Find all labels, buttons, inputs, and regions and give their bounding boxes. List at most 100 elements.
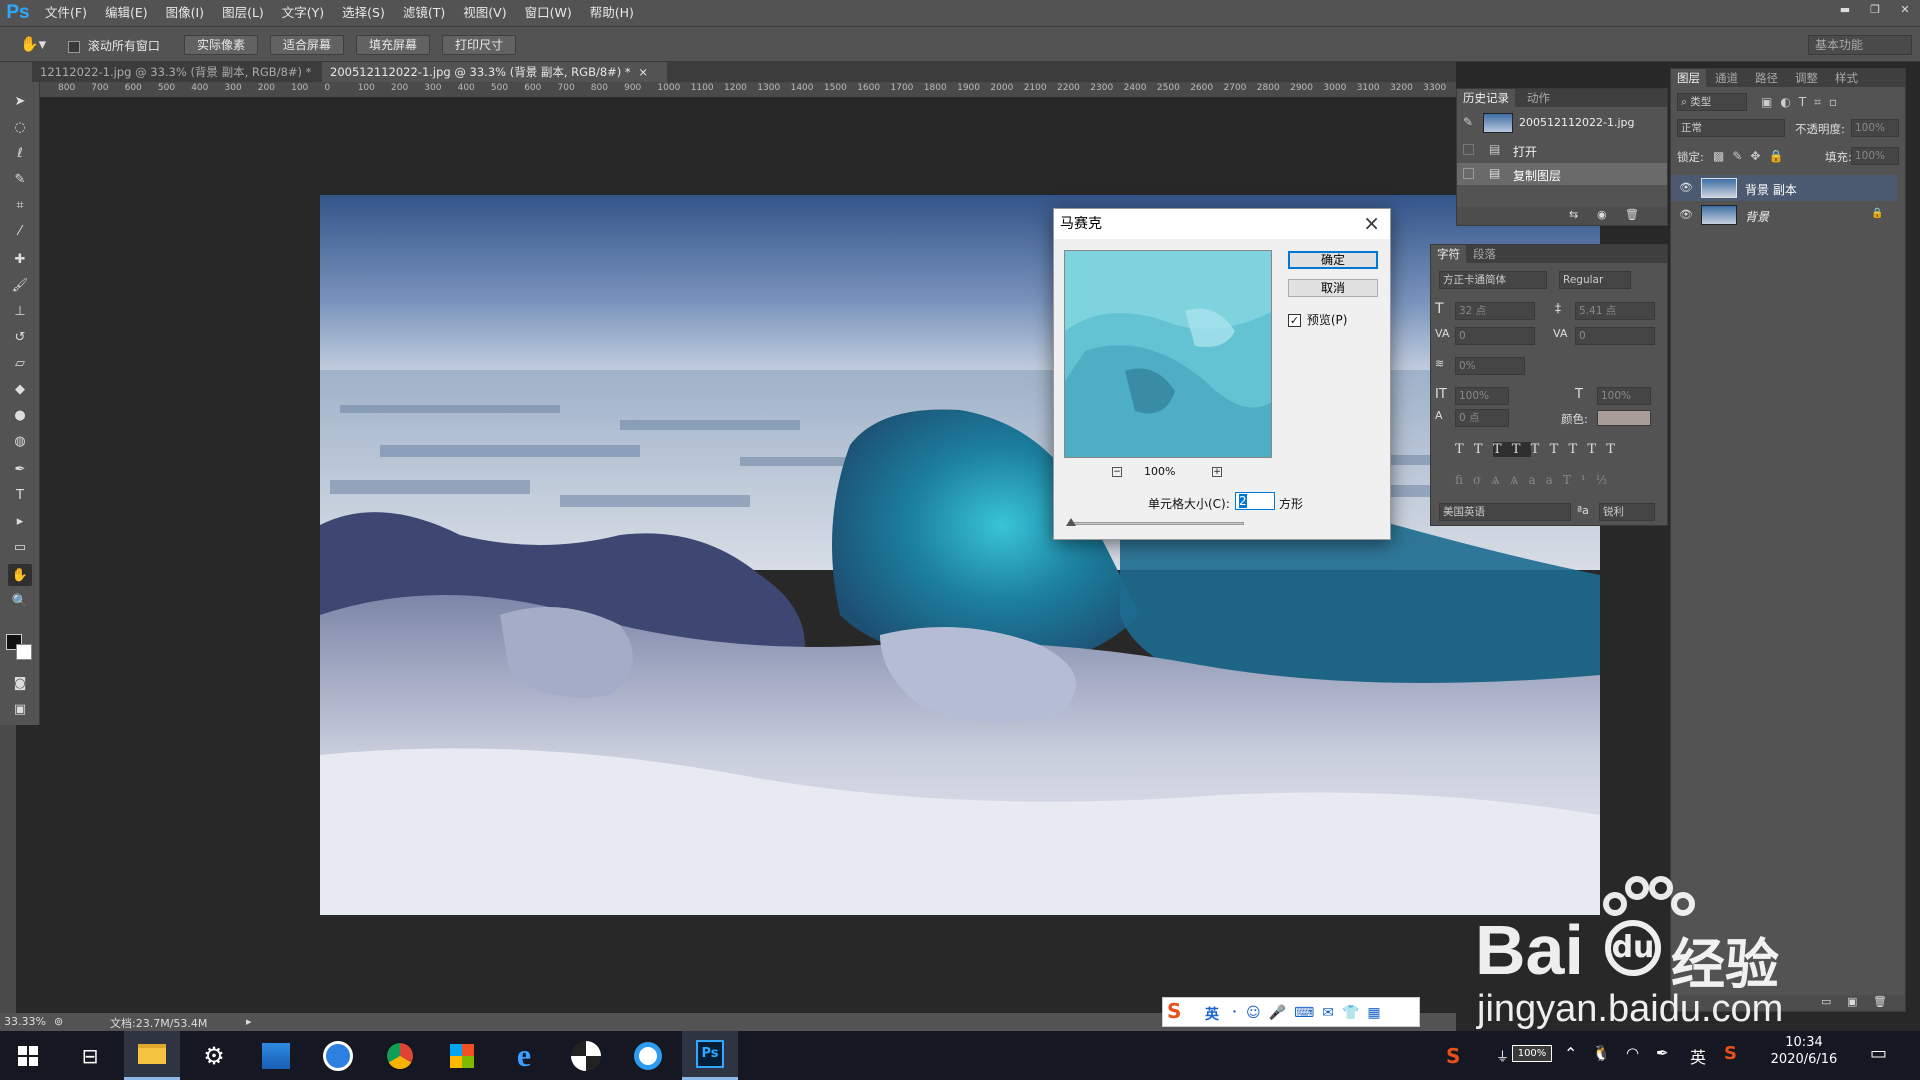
ok-button[interactable]: 确定: [1288, 251, 1378, 269]
dodge-tool-icon[interactable]: ◍: [8, 430, 32, 452]
qq-browser-icon[interactable]: [620, 1031, 676, 1080]
marquee-tool-icon[interactable]: ◌: [8, 116, 32, 138]
history-brush-tool-icon[interactable]: ↺: [8, 326, 32, 348]
leading-field[interactable]: 5.41 点: [1575, 302, 1655, 320]
print-size-button[interactable]: 打印尺寸: [442, 35, 517, 55]
layer-row-background-copy[interactable]: 👁 背景 副本: [1671, 175, 1897, 201]
menu-layer[interactable]: 图层(L): [213, 0, 273, 26]
quick-select-tool-icon[interactable]: ✎: [8, 168, 32, 190]
snapshot-camera-icon[interactable]: ◉: [1597, 208, 1607, 221]
healing-brush-tool-icon[interactable]: ✚: [8, 248, 32, 270]
qq-tray-icon[interactable]: 🐧: [1592, 1044, 1611, 1062]
opentype-buttons[interactable]: ﬁσѦѦaaT¹½: [1455, 473, 1617, 488]
lasso-tool-icon[interactable]: ℓ: [8, 142, 32, 164]
dialog-close-icon[interactable]: ×: [1363, 211, 1380, 235]
history-snapshot[interactable]: ✎ 200512112022-1.jpg: [1457, 111, 1667, 135]
eraser-tool-icon[interactable]: ▱: [8, 352, 32, 374]
ime-tool-icons[interactable]: ･☺🎤⌨✉👕▦: [1231, 1002, 1389, 1022]
move-tool-icon[interactable]: ➤: [8, 90, 32, 112]
zoom-level[interactable]: 33.33%: [4, 1015, 46, 1028]
vertical-scale-field[interactable]: 100%: [1455, 387, 1509, 405]
scroll-all-checkbox[interactable]: [68, 40, 80, 53]
opacity-field[interactable]: 100%: [1851, 119, 1899, 137]
task-view-icon[interactable]: ⊟: [62, 1031, 118, 1080]
tab-channels[interactable]: 通道: [1709, 69, 1744, 87]
type-tool-icon[interactable]: T: [8, 484, 32, 506]
proportional-spacing-field[interactable]: 0%: [1455, 357, 1525, 375]
blur-tool-icon[interactable]: ●: [8, 404, 32, 426]
visibility-eye-icon[interactable]: 👁: [1679, 208, 1693, 221]
layer-filter-icons[interactable]: ▣◐T⌗▫: [1761, 95, 1845, 110]
cancel-button[interactable]: 取消: [1288, 279, 1378, 297]
horizontal-scale-field[interactable]: 100%: [1597, 387, 1651, 405]
start-button[interactable]: [0, 1031, 56, 1080]
history-item-duplicate[interactable]: ▤ 复制图层: [1457, 163, 1667, 185]
file-explorer-icon[interactable]: [124, 1031, 180, 1080]
chevron-up-icon[interactable]: ⌃: [1564, 1044, 1577, 1063]
menu-help[interactable]: 帮助(H): [581, 0, 643, 26]
settings-gear-icon[interactable]: ⚙: [186, 1031, 242, 1080]
sogou-tray-icon[interactable]: S: [1446, 1044, 1460, 1068]
media-app-icon[interactable]: [558, 1031, 614, 1080]
tab-actions[interactable]: 动作: [1521, 89, 1556, 107]
fill-screen-button[interactable]: 填充屏幕: [356, 35, 431, 55]
tab-document-2[interactable]: 200512112022-1.jpg @ 33.3% (背景 副本, RGB/8…: [322, 62, 667, 82]
cell-size-slider-thumb[interactable]: [1065, 518, 1076, 526]
rectangle-tool-icon[interactable]: ▭: [8, 536, 32, 558]
tab-styles[interactable]: 样式: [1829, 69, 1864, 87]
scroll-all-windows-option[interactable]: 滚动所有窗口: [68, 37, 160, 54]
photoshop-taskbar-icon[interactable]: Ps: [682, 1031, 738, 1080]
tab-paths[interactable]: 路径: [1749, 69, 1784, 87]
font-size-field[interactable]: 32 点: [1455, 302, 1535, 320]
text-color-swatch[interactable]: [1597, 410, 1651, 426]
menu-edit[interactable]: 编辑(E): [96, 0, 157, 26]
background-color-swatch[interactable]: [16, 644, 32, 660]
font-style-select[interactable]: Regular: [1559, 271, 1631, 289]
tab-history[interactable]: 历史记录: [1457, 89, 1515, 107]
new-document-from-state-icon[interactable]: ⇆: [1569, 208, 1578, 221]
menu-image[interactable]: 图像(I): [157, 0, 213, 26]
menu-view[interactable]: 视图(V): [454, 0, 515, 26]
internet-explorer-icon[interactable]: e: [496, 1031, 552, 1080]
tab-layers[interactable]: 图层: [1671, 69, 1706, 87]
trash-icon[interactable]: 🗑: [1625, 208, 1639, 221]
chrome-icon[interactable]: [372, 1031, 428, 1080]
lock-icons[interactable]: ▩✎✥🔒: [1713, 149, 1791, 163]
path-selection-tool-icon[interactable]: ▸: [8, 510, 32, 532]
preview-option[interactable]: ✓ 预览(P): [1288, 311, 1347, 328]
clock-app-icon[interactable]: [310, 1031, 366, 1080]
history-checkbox[interactable]: [1463, 144, 1474, 155]
zoom-out-button[interactable]: −: [1112, 467, 1122, 477]
clock[interactable]: 10:34 2020/6/16: [1764, 1035, 1844, 1067]
hand-tool-preset-icon[interactable]: ✋▾: [20, 35, 46, 53]
brush-tool-icon[interactable]: 🖌: [8, 274, 32, 296]
layer-filter-select[interactable]: ⌕ 类型: [1677, 93, 1747, 111]
canvas-image[interactable]: [320, 195, 1600, 915]
eyedropper-tool-icon[interactable]: ⁄: [8, 220, 32, 242]
cell-size-input[interactable]: 2: [1235, 492, 1275, 510]
menu-filter[interactable]: 滤镜(T): [394, 0, 454, 26]
tab-paragraph[interactable]: 段落: [1467, 245, 1502, 263]
anti-alias-select[interactable]: 锐利: [1599, 503, 1655, 521]
preview-checkbox-checkmark-icon[interactable]: ✓: [1288, 314, 1301, 327]
workspace-switcher[interactable]: 基本功能: [1808, 35, 1912, 55]
screen-mode-icon[interactable]: ▣: [8, 698, 32, 720]
menu-type[interactable]: 文字(Y): [273, 0, 333, 26]
sogou-tray-icon-2[interactable]: S: [1724, 1043, 1737, 1064]
paint-bucket-tool-icon[interactable]: ◆: [8, 378, 32, 400]
history-checkbox[interactable]: [1463, 168, 1474, 179]
status-info-icon[interactable]: ⊚: [54, 1015, 63, 1028]
restore-button[interactable]: ❐: [1860, 0, 1890, 18]
power-plug-icon[interactable]: ⏚: [1496, 1046, 1509, 1065]
fit-screen-button[interactable]: 适合屏幕: [270, 35, 345, 55]
tab-close-icon[interactable]: ×: [638, 65, 648, 79]
stamp-tool-icon[interactable]: ⊥: [8, 300, 32, 322]
tab-adjustments[interactable]: 调整: [1789, 69, 1824, 87]
wifi-icon[interactable]: ◠: [1626, 1044, 1639, 1062]
menu-select[interactable]: 选择(S): [333, 0, 394, 26]
font-family-select[interactable]: 方正卡通简体: [1439, 271, 1547, 289]
zoom-in-button[interactable]: +: [1212, 467, 1222, 477]
layer-row-background[interactable]: 👁 背景 🔒: [1671, 202, 1897, 228]
language-select[interactable]: 美国英语: [1439, 503, 1571, 521]
blend-mode-select[interactable]: 正常: [1677, 119, 1785, 137]
